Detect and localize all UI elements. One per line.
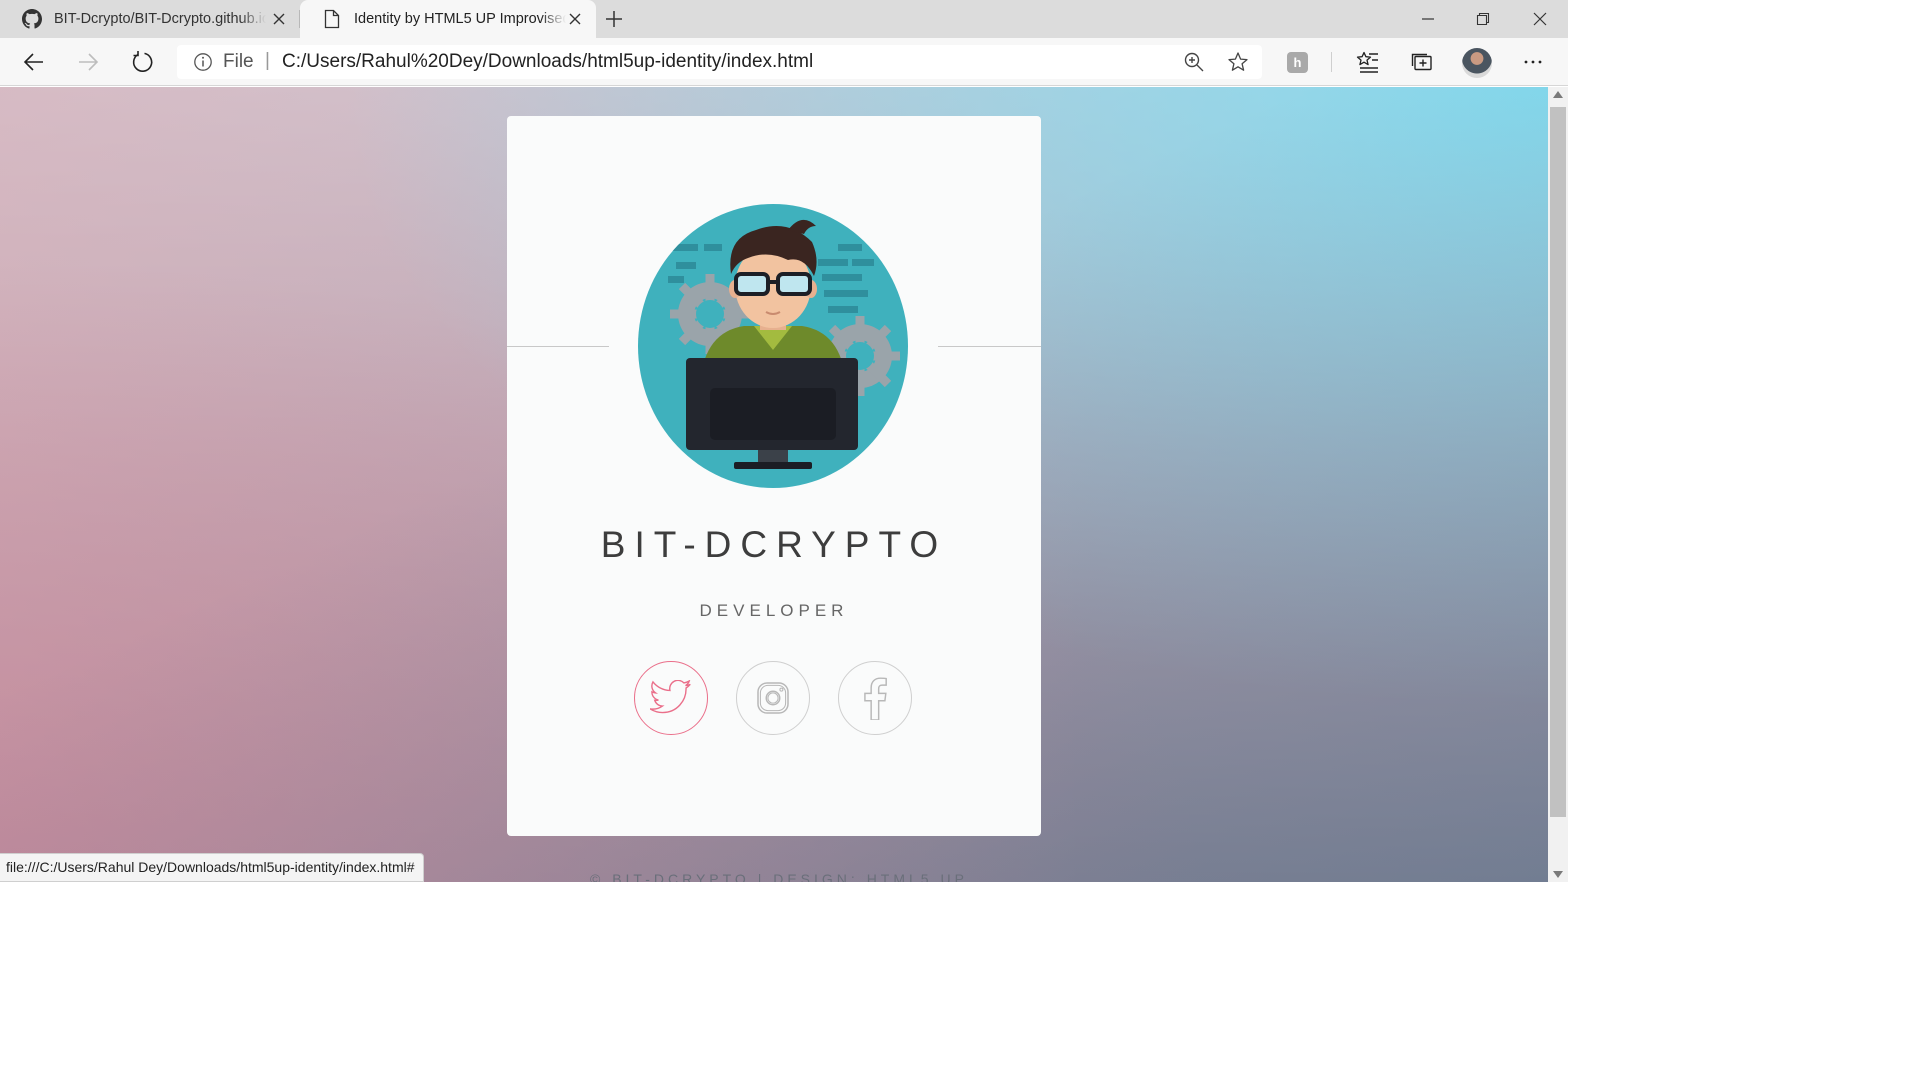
facebook-link[interactable] [838, 661, 912, 735]
close-icon[interactable] [270, 10, 288, 28]
scrollbar-thumb[interactable] [1550, 107, 1566, 817]
vertical-scrollbar[interactable] [1548, 87, 1568, 882]
tab-github[interactable]: BIT-Dcrypto/BIT-Dcrypto.github.io [0, 0, 300, 38]
address-url[interactable]: C:/Users/Rahul%20Dey/Downloads/html5up-i… [282, 51, 813, 73]
instagram-link[interactable] [736, 661, 810, 735]
more-menu-icon[interactable] [1519, 48, 1547, 76]
favorites-icon[interactable] [1354, 48, 1382, 76]
twitter-icon [650, 680, 691, 714]
address-scheme-label: File [223, 51, 254, 72]
refresh-button[interactable] [128, 48, 156, 76]
tab-strip: BIT-Dcrypto/BIT-Dcrypto.github.io Identi… [0, 0, 1568, 38]
scroll-down-arrow-icon[interactable] [1553, 871, 1563, 878]
tab-title: Identity by HTML5 UP Improvised [354, 11, 566, 27]
twitter-link[interactable] [634, 661, 708, 735]
developer-avatar-image [638, 204, 908, 488]
address-separator: | [265, 50, 270, 71]
close-icon[interactable] [566, 10, 584, 28]
extension-label: h [1293, 55, 1302, 70]
status-bar-url: file:///C:/Users/Rahul Dey/Downloads/htm… [0, 853, 424, 882]
forward-button[interactable] [74, 48, 102, 76]
site-title: BIT-DCRYPTO [600, 524, 948, 565]
divider-line-left [507, 346, 609, 347]
instagram-icon [757, 682, 789, 714]
profile-avatar[interactable] [1462, 48, 1492, 78]
tab-identity[interactable]: Identity by HTML5 UP Improvised [300, 0, 596, 38]
site-subtitle: DEVELOPER [699, 601, 849, 620]
restore-button[interactable] [1470, 6, 1496, 32]
tab-title: BIT-Dcrypto/BIT-Dcrypto.github.io [54, 11, 266, 27]
back-button[interactable] [20, 48, 48, 76]
extension-icon[interactable]: h [1287, 52, 1308, 73]
divider-line-right [938, 346, 1041, 347]
page-icon [322, 9, 342, 29]
info-icon[interactable] [193, 52, 213, 72]
favorite-star-icon[interactable] [1227, 51, 1249, 73]
page-footer: © BIT-DCRYPTO | DESIGN: HTML5 UP [590, 871, 968, 882]
github-icon [22, 9, 42, 29]
close-window-button[interactable] [1527, 6, 1553, 32]
scroll-up-arrow-icon[interactable] [1553, 91, 1563, 98]
address-bar[interactable]: File | C:/Users/Rahul%20Dey/Downloads/ht… [177, 45, 1262, 79]
browser-toolbar: File | C:/Users/Rahul%20Dey/Downloads/ht… [0, 38, 1568, 86]
minimize-button[interactable] [1415, 6, 1441, 32]
collections-icon[interactable] [1408, 48, 1436, 76]
page-viewport: BIT-DCRYPTO DEVELOPER © BIT-DCRYPTO | DE… [0, 87, 1548, 882]
new-tab-button[interactable] [602, 7, 626, 31]
profile-card: BIT-DCRYPTO DEVELOPER [507, 116, 1041, 836]
zoom-icon[interactable] [1183, 51, 1205, 73]
facebook-icon [864, 677, 887, 720]
toolbar-divider [1331, 52, 1332, 72]
